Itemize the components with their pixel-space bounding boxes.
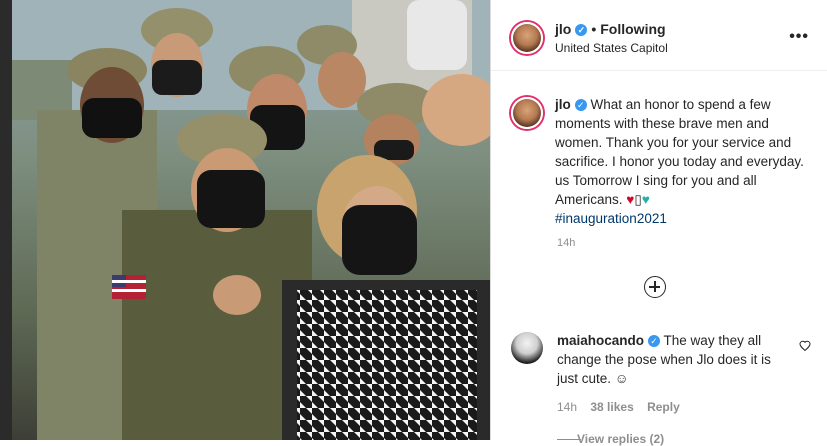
avatar-image	[513, 99, 541, 127]
caption-text-block: jlo ✓ What an honor to spend a few moment…	[555, 95, 815, 228]
verified-badge-icon: ✓	[575, 24, 588, 36]
comment-meta: 14h 38 likes Reply	[557, 400, 690, 414]
comment-likes[interactable]: 38 likes	[590, 400, 633, 414]
load-more-comments-button[interactable]	[644, 276, 666, 298]
post-header: jlo ✓ • Following United States Capitol •••	[491, 0, 827, 71]
reply-button[interactable]: Reply	[647, 400, 680, 414]
comment-timestamp[interactable]: 14h	[557, 400, 577, 414]
separator-dot: •	[591, 21, 597, 37]
following-button[interactable]: Following	[600, 21, 665, 37]
left-gutter	[0, 0, 12, 440]
view-replies-link[interactable]: View replies (2)	[577, 432, 664, 446]
caption-body: What an honor to spend a few moments wit…	[555, 97, 804, 207]
post-side-panel: jlo ✓ • Following United States Capitol •••…	[491, 0, 827, 446]
author-avatar[interactable]	[511, 22, 543, 54]
hashtag-link[interactable]: #inauguration2021	[555, 211, 667, 226]
teal-heart-icon: ♥	[641, 192, 650, 207]
commenter-avatar[interactable]	[511, 332, 543, 364]
post-photo[interactable]	[12, 0, 490, 440]
verified-badge-icon: ✓	[648, 335, 661, 347]
verified-badge-icon: ✓	[574, 99, 587, 111]
avatar-image	[513, 24, 541, 52]
author-line: jlo ✓ • Following	[555, 21, 666, 37]
like-comment-heart-icon[interactable]	[799, 340, 811, 352]
commenter-username[interactable]: maiahocando	[557, 333, 644, 348]
comment-text-block: maiahocando ✓ The way they all change the…	[557, 331, 789, 388]
author-username[interactable]: jlo	[555, 21, 571, 37]
avatar-image	[511, 332, 543, 364]
caption-timestamp[interactable]: 14h	[557, 237, 575, 249]
photo-illustration	[12, 0, 490, 440]
caption-username[interactable]: jlo	[555, 97, 571, 112]
caption-avatar[interactable]	[511, 97, 543, 129]
post-location[interactable]: United States Capitol	[555, 41, 668, 55]
missing-glyph-icon: ▯	[634, 192, 642, 207]
more-options-icon[interactable]: •••	[789, 28, 809, 46]
